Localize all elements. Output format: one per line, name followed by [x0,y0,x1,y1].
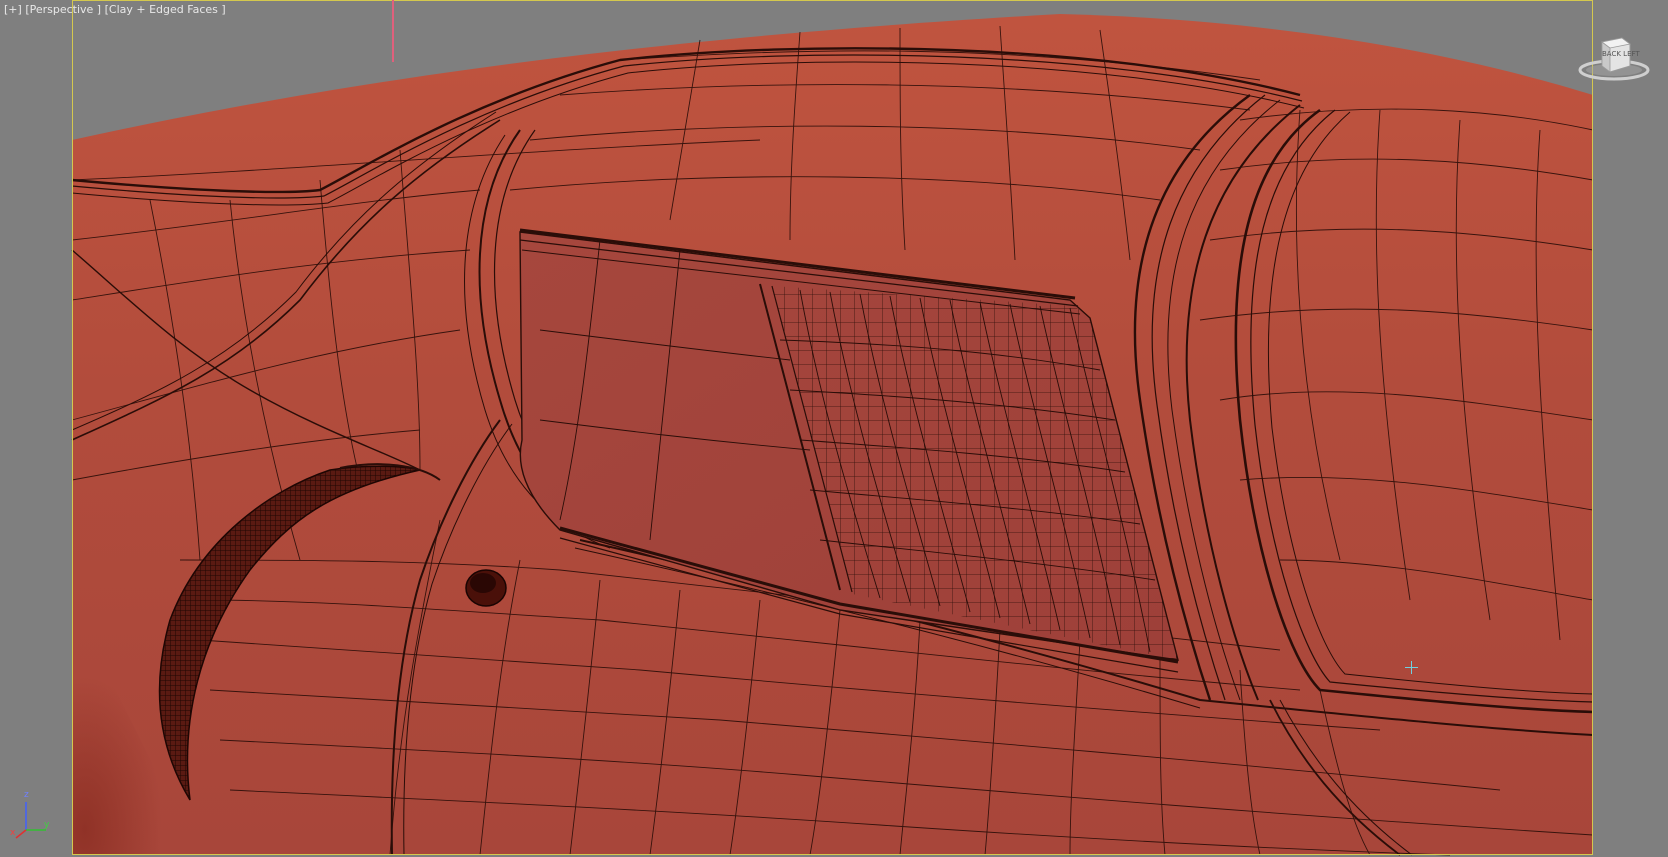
viewport-shading-menu[interactable]: [Clay + Edged Faces ] [105,3,226,16]
axis-y-label: y [44,820,50,830]
viewport-label: [+] [Perspective ] [Clay + Edged Faces ] [4,3,226,16]
car-body [71,14,1594,856]
viewcube-face-label: BACK LEFT [1602,50,1640,58]
axis-x-label: x [10,828,16,838]
fuel-cap [465,569,507,607]
axis-tripod-icon [15,802,46,839]
axis-tripod: z y x [8,790,58,844]
viewcube-icon [1578,37,1650,81]
viewport-menu-plus[interactable]: [+] [4,3,22,16]
pivot-marker [392,0,394,62]
axis-z-label: z [24,790,29,800]
perspective-viewport[interactable]: [+] [Perspective ] [Clay + Edged Faces ]… [0,0,1668,857]
crosshair-cursor-icon [1405,661,1418,674]
viewcube[interactable]: BACK LEFT [1576,32,1652,84]
car-model-render[interactable] [0,0,1668,857]
viewport-view-menu[interactable]: [Perspective ] [25,3,101,16]
